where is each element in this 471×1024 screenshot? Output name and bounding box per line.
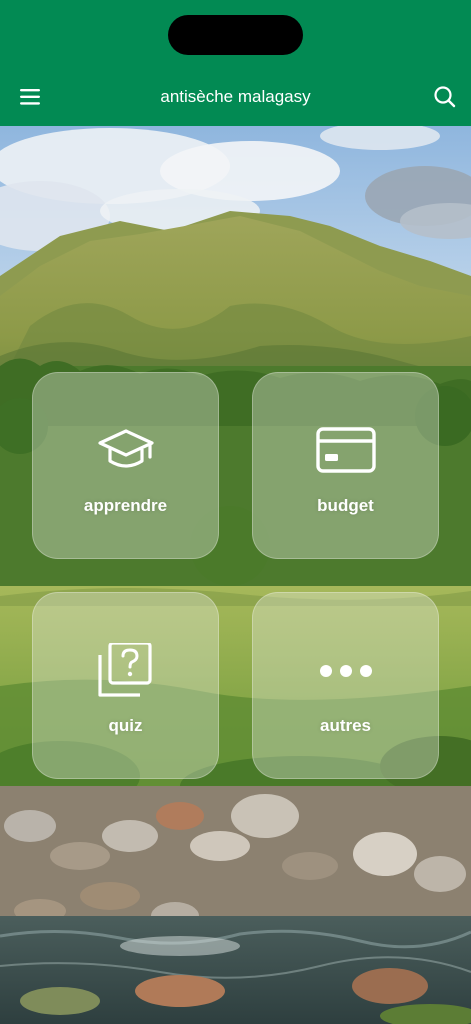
graduation-cap-icon xyxy=(94,423,158,479)
tile-quiz-label: quiz xyxy=(108,716,143,735)
tile-other[interactable]: autres xyxy=(252,592,439,779)
tile-other-label: autres xyxy=(319,716,372,735)
magnifier-search-icon xyxy=(434,86,456,108)
tile-quiz[interactable]: quiz xyxy=(32,592,219,779)
landscape-background xyxy=(0,126,471,1024)
hamburger-menu-icon xyxy=(20,89,40,105)
tile-learn-label: apprendre xyxy=(83,496,168,515)
tile-budget[interactable]: budget xyxy=(252,372,439,559)
app-screen: antisèche malagasy apprendre budget quiz… xyxy=(0,0,471,1024)
tile-budget-label: budget xyxy=(317,496,374,515)
tile-learn[interactable]: apprendre xyxy=(32,372,219,559)
search-button[interactable] xyxy=(428,82,462,112)
credit-card-icon xyxy=(314,423,378,479)
question-cards-icon xyxy=(94,643,158,699)
dynamic-island xyxy=(168,15,303,55)
menu-button[interactable] xyxy=(14,82,48,112)
app-title: antisèche malagasy xyxy=(160,87,311,106)
more-dots-icon xyxy=(314,643,378,699)
app-header: antisèche malagasy xyxy=(0,0,471,126)
